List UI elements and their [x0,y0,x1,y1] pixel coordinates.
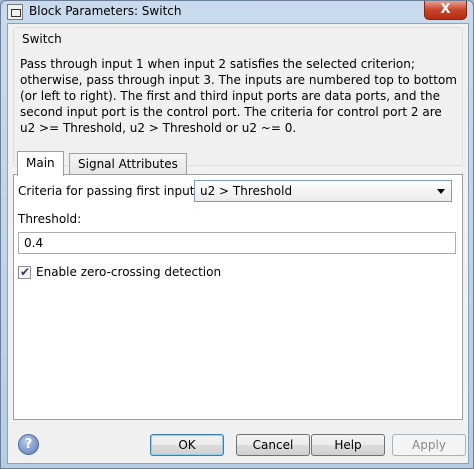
ok-button[interactable]: OK [150,434,224,456]
criteria-select-value: u2 > Threshold [200,184,293,198]
tab-strip: Main Signal Attributes [13,151,463,176]
check-icon: ✔ [20,265,31,279]
dialog-window: Block Parameters: Switch X Switch Pass t… [0,0,474,469]
zero-crossing-checkbox[interactable]: ✔ [18,265,31,279]
block-description: Pass through input 1 when input 2 satisf… [20,57,457,135]
criteria-row: Criteria for passing first input: u2 > T… [18,180,456,202]
threshold-value: 0.4 [24,236,44,250]
threshold-label: Threshold: [18,212,82,226]
description-group: Switch Pass through input 1 when input 2… [13,27,463,166]
main-tab-panel: Criteria for passing first input: u2 > T… [13,174,463,420]
help-button[interactable]: Help [311,434,385,456]
threshold-input[interactable]: 0.4 [18,232,456,254]
apply-button[interactable]: Apply [392,434,466,456]
criteria-select[interactable]: u2 > Threshold [194,180,452,202]
window-title: Block Parameters: Switch [29,4,182,18]
zero-crossing-label[interactable]: Enable zero-crossing detection [36,265,221,279]
tab-signal-attributes[interactable]: Signal Attributes [69,153,187,175]
cancel-button[interactable]: Cancel [236,434,310,456]
tab-main[interactable]: Main [17,151,64,176]
simulink-block-icon [7,4,23,20]
close-button[interactable]: X [424,1,467,20]
criteria-label: Criteria for passing first input: [18,184,199,198]
dialog-body: Switch Pass through input 1 when input 2… [7,23,469,464]
group-title: Switch [20,32,64,46]
title-bar[interactable]: Block Parameters: Switch X [1,1,473,23]
chevron-down-icon [437,189,445,194]
help-icon[interactable]: ? [18,434,39,455]
button-bar: ? OK Cancel Help Apply [8,426,468,464]
